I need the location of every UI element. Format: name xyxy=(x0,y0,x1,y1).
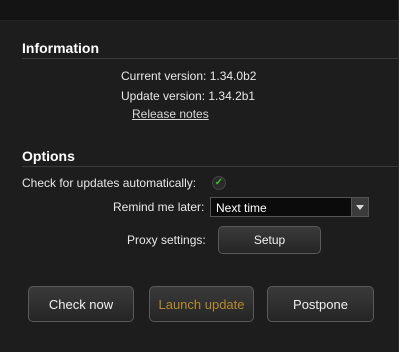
remind-later-value: Next time xyxy=(216,201,267,215)
options-divider xyxy=(22,166,398,167)
release-notes-link[interactable]: Release notes xyxy=(132,107,209,121)
remind-later-label: Remind me later: xyxy=(113,200,205,214)
options-heading: Options xyxy=(22,148,75,164)
chevron-down-icon xyxy=(356,204,364,210)
dropdown-arrow-button[interactable] xyxy=(351,198,368,216)
information-divider xyxy=(22,58,398,59)
updater-window: Information Current version: 1.34.0b2 Up… xyxy=(0,0,399,352)
auto-check-checkbox[interactable]: ✓ xyxy=(212,176,226,190)
checkmark-icon: ✓ xyxy=(214,177,224,188)
postpone-button[interactable]: Postpone xyxy=(267,286,374,322)
update-version-text: Update version: 1.34.2b1 xyxy=(121,89,256,103)
launch-update-button[interactable]: Launch update xyxy=(149,286,254,322)
proxy-setup-button[interactable]: Setup xyxy=(218,226,321,254)
check-now-button[interactable]: Check now xyxy=(28,286,134,322)
information-heading: Information xyxy=(22,40,99,56)
remind-later-select[interactable]: Next time xyxy=(210,197,369,217)
auto-check-label: Check for updates automatically: xyxy=(22,176,197,190)
window-top-bar xyxy=(0,0,398,21)
proxy-settings-label: Proxy settings: xyxy=(127,233,206,247)
current-version-text: Current version: 1.34.0b2 xyxy=(121,69,257,83)
